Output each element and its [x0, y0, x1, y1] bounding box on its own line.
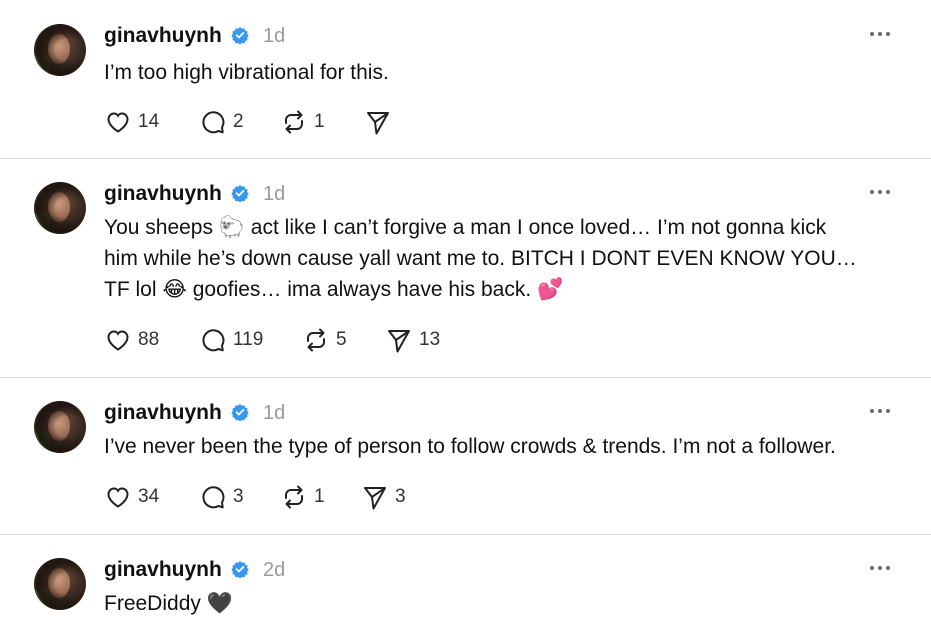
username[interactable]: ginavhuynh — [104, 558, 222, 582]
share-button[interactable] — [364, 108, 398, 136]
reply-count: 3 — [233, 486, 244, 507]
repost-button[interactable]: 1 — [280, 483, 325, 511]
comment-icon — [202, 329, 225, 352]
heart-icon — [107, 330, 129, 351]
repost-count: 5 — [336, 329, 347, 350]
repost-icon — [285, 485, 303, 509]
username[interactable]: ginavhuynh — [104, 24, 222, 48]
post-text: You sheeps 🐑 act like I can’t forgive a … — [104, 212, 857, 305]
more-options-icon[interactable] — [870, 409, 894, 415]
username[interactable]: ginavhuynh — [104, 401, 222, 425]
post-text-line: TF lol 😂 goofies… ima always have his ba… — [104, 278, 564, 301]
post-text-line: I’m too high vibrational for this. — [104, 61, 389, 84]
avatar[interactable] — [34, 558, 86, 610]
comment-icon — [202, 111, 225, 134]
like-button[interactable]: 14 — [104, 108, 159, 136]
repost-icon — [285, 110, 303, 134]
send-icon — [367, 112, 389, 135]
like-button[interactable]: 34 — [104, 483, 159, 511]
verified-badge-icon — [231, 185, 249, 202]
divider — [0, 158, 931, 159]
post-text-line: I’ve never been the type of person to fo… — [104, 435, 836, 458]
verified-badge-icon — [231, 561, 249, 578]
like-button[interactable]: 88 — [104, 326, 159, 354]
post-time: 1d — [263, 183, 286, 205]
post-time: 1d — [263, 25, 286, 47]
comment-icon — [202, 486, 225, 509]
post-text: FreeDiddy 🖤 — [104, 588, 233, 619]
post-time: 2d — [263, 559, 286, 581]
post-actions: 34 3 1 3 — [104, 483, 704, 511]
username[interactable]: ginavhuynh — [104, 182, 222, 206]
avatar[interactable] — [34, 24, 86, 76]
post-text: I’ve never been the type of person to fo… — [104, 431, 836, 462]
repost-count: 1 — [314, 111, 325, 132]
send-icon — [388, 330, 410, 353]
reply-button[interactable]: 2 — [199, 108, 244, 136]
heart-icon — [107, 487, 129, 508]
repost-button[interactable]: 1 — [280, 108, 325, 136]
reply-button[interactable]: 119 — [199, 326, 263, 354]
repost-count: 1 — [314, 486, 325, 507]
reply-button[interactable]: 3 — [199, 483, 244, 511]
reply-count: 2 — [233, 111, 244, 132]
more-options-icon[interactable] — [870, 190, 894, 196]
share-button[interactable]: 13 — [385, 326, 440, 354]
post-actions: 88 119 5 13 — [104, 326, 704, 354]
more-options-icon[interactable] — [870, 566, 894, 572]
like-count: 88 — [138, 329, 160, 350]
send-icon — [364, 487, 386, 510]
post-text-line: him while he’s down cause yall want me t… — [104, 247, 857, 270]
post-text-line: You sheeps 🐑 act like I can’t forgive a … — [104, 216, 827, 239]
avatar[interactable] — [34, 401, 86, 453]
post-actions: 14 2 1 — [104, 108, 704, 136]
post-text: I’m too high vibrational for this. — [104, 57, 389, 88]
heart-icon — [107, 112, 129, 133]
more-options-icon[interactable] — [870, 32, 894, 38]
share-button[interactable]: 3 — [361, 483, 406, 511]
verified-badge-icon — [231, 404, 249, 421]
post-time: 1d — [263, 402, 286, 424]
post-text-line: FreeDiddy 🖤 — [104, 592, 233, 615]
share-count: 3 — [395, 486, 406, 507]
divider — [0, 377, 931, 378]
like-count: 34 — [138, 486, 160, 507]
verified-badge-icon — [231, 27, 249, 44]
divider — [0, 534, 931, 535]
reply-count: 119 — [233, 329, 264, 350]
share-count: 13 — [419, 329, 441, 350]
repost-icon — [307, 328, 325, 352]
avatar[interactable] — [34, 182, 86, 234]
repost-button[interactable]: 5 — [302, 326, 347, 354]
like-count: 14 — [138, 111, 160, 132]
